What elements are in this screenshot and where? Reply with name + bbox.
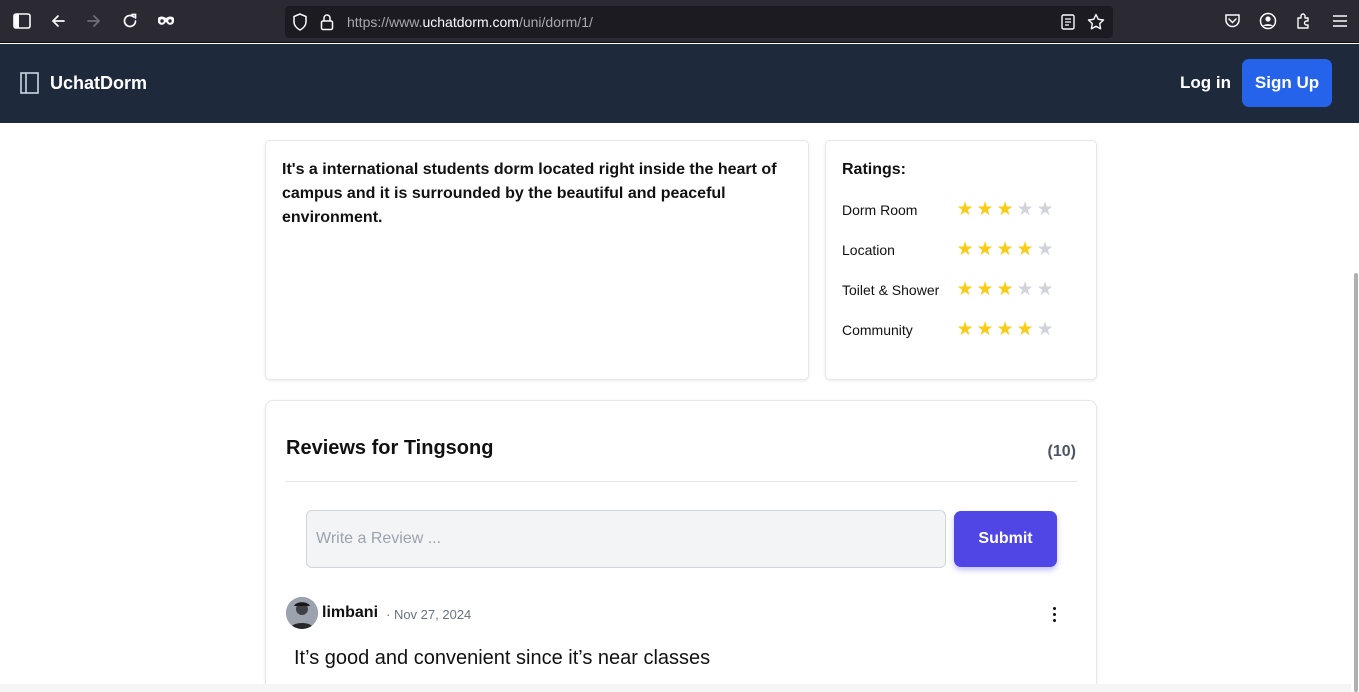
logo-icon bbox=[20, 72, 39, 94]
star-rating: ★ ★ ★ ★ ★ bbox=[955, 199, 1055, 219]
reviews-card: Reviews for Tingsong (10) Submit limbani… bbox=[265, 400, 1097, 692]
star-empty-icon: ★ bbox=[1016, 198, 1034, 220]
star-filled-icon: ★ bbox=[956, 278, 974, 300]
url-host: uchatdorm.com bbox=[422, 14, 519, 30]
star-filled-icon: ★ bbox=[1016, 238, 1034, 260]
star-empty-icon: ★ bbox=[1016, 278, 1034, 300]
rating-row: Community ★ ★ ★ ★ ★ bbox=[842, 319, 1082, 341]
star-rating: ★ ★ ★ ★ ★ bbox=[955, 319, 1055, 339]
star-rating: ★ ★ ★ ★ ★ bbox=[955, 239, 1055, 259]
review-author[interactable]: limbani bbox=[322, 604, 378, 622]
dorm-description: It's a international students dorm locat… bbox=[282, 161, 777, 226]
star-filled-icon: ★ bbox=[976, 318, 994, 340]
star-filled-icon: ★ bbox=[996, 318, 1014, 340]
star-filled-icon: ★ bbox=[996, 278, 1014, 300]
account-icon[interactable] bbox=[1258, 11, 1278, 31]
bookmark-star-icon[interactable] bbox=[1087, 13, 1105, 35]
url-prefix: https://www. bbox=[347, 14, 423, 30]
divider bbox=[286, 481, 1077, 482]
ratings-title: Ratings: bbox=[842, 161, 906, 178]
star-rating: ★ ★ ★ ★ ★ bbox=[955, 279, 1055, 299]
site-navbar: UchatDorm Log in Sign Up bbox=[0, 44, 1359, 123]
star-empty-icon: ★ bbox=[1036, 278, 1054, 300]
rating-row: Location ★ ★ ★ ★ ★ bbox=[842, 239, 1082, 261]
rating-label: Dorm Room bbox=[842, 202, 918, 218]
extensions-icon[interactable] bbox=[1294, 11, 1314, 31]
star-filled-icon: ★ bbox=[956, 238, 974, 260]
brand-name[interactable]: UchatDorm bbox=[50, 73, 147, 94]
reviews-count: (10) bbox=[1047, 443, 1076, 460]
pocket-icon[interactable] bbox=[1222, 11, 1242, 31]
shield-icon[interactable] bbox=[292, 13, 308, 35]
rating-row: Toilet & Shower ★ ★ ★ ★ ★ bbox=[842, 279, 1082, 301]
star-filled-icon: ★ bbox=[996, 198, 1014, 220]
url-text[interactable]: https://www.uchatdorm.com/uni/dorm/1/ bbox=[347, 14, 593, 30]
star-filled-icon: ★ bbox=[956, 198, 974, 220]
menu-icon[interactable] bbox=[1330, 11, 1350, 31]
star-filled-icon: ★ bbox=[1016, 318, 1034, 340]
dorm-description-card: It's a international students dorm locat… bbox=[265, 140, 809, 380]
star-filled-icon: ★ bbox=[976, 278, 994, 300]
private-mask-icon[interactable] bbox=[156, 11, 176, 31]
reload-icon[interactable] bbox=[120, 11, 140, 31]
review-text: It’s good and convenient since it’s near… bbox=[294, 647, 711, 669]
avatar[interactable] bbox=[286, 597, 318, 629]
review-input[interactable] bbox=[306, 510, 946, 568]
star-filled-icon: ★ bbox=[956, 318, 974, 340]
star-filled-icon: ★ bbox=[996, 238, 1014, 260]
back-icon[interactable] bbox=[48, 11, 68, 31]
forward-icon[interactable] bbox=[84, 11, 104, 31]
signup-button[interactable]: Sign Up bbox=[1242, 59, 1332, 107]
lock-icon[interactable] bbox=[320, 13, 334, 35]
ratings-card: Ratings: Dorm Room ★ ★ ★ ★ ★ Location ★ ★ ★ ★ ★ Toil… bbox=[825, 140, 1097, 380]
submit-review-button[interactable]: Submit bbox=[954, 511, 1057, 567]
star-empty-icon: ★ bbox=[1036, 238, 1054, 260]
url-path: /uni/dorm/1/ bbox=[518, 14, 593, 30]
rating-row: Dorm Room ★ ★ ★ ★ ★ bbox=[842, 199, 1082, 221]
rating-label: Community bbox=[842, 322, 913, 338]
rating-label: Toilet & Shower bbox=[842, 282, 940, 298]
scrollbar-thumb[interactable] bbox=[1354, 273, 1358, 692]
star-empty-icon: ★ bbox=[1036, 198, 1054, 220]
more-options-icon[interactable] bbox=[1044, 603, 1064, 625]
review-date: · Nov 27, 2024 bbox=[386, 607, 472, 622]
star-empty-icon: ★ bbox=[1036, 318, 1054, 340]
rating-label: Location bbox=[842, 242, 895, 258]
sidebar-icon[interactable] bbox=[12, 11, 32, 31]
page-bottom-edge bbox=[0, 684, 1351, 692]
url-bar[interactable]: https://www.uchatdorm.com/uni/dorm/1/ bbox=[285, 6, 1113, 38]
browser-toolbar: https://www.uchatdorm.com/uni/dorm/1/ bbox=[0, 0, 1359, 43]
reader-view-icon[interactable] bbox=[1061, 14, 1075, 34]
login-link[interactable]: Log in bbox=[1180, 73, 1231, 93]
reviews-title: Reviews for Tingsong bbox=[286, 437, 494, 459]
star-filled-icon: ★ bbox=[976, 198, 994, 220]
star-filled-icon: ★ bbox=[976, 238, 994, 260]
